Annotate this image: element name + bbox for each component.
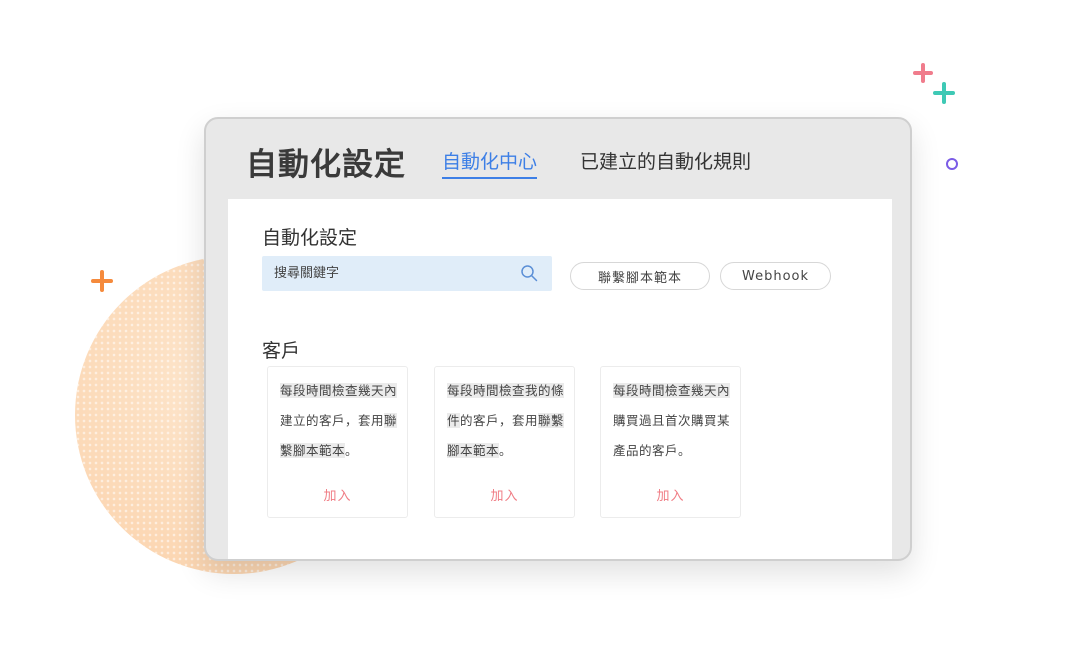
- app-window: 自動化設定 自動化中心 已建立的自動化規則 自動化設定 聯繫腳本範本 Webho…: [204, 117, 912, 561]
- purple-ring-icon: [946, 158, 958, 170]
- section-title: 自動化設定: [262, 227, 358, 249]
- card-description: 每段時間檢查幾天內購買過且首次購買某產品的客戶。: [613, 383, 731, 458]
- automation-card: 每段時間檢查幾天內建立的客戶，套用聯繫腳本範本。 加入: [267, 366, 408, 518]
- pink-plus-icon: [913, 63, 933, 83]
- category-title: 客戶: [262, 340, 301, 362]
- add-button[interactable]: 加入: [268, 485, 407, 504]
- search-input[interactable]: [274, 256, 514, 291]
- filter-webhook[interactable]: Webhook: [720, 262, 831, 290]
- tab-created-rules[interactable]: 已建立的自動化規則: [580, 147, 751, 177]
- automation-card: 每段時間檢查我的條件的客戶，套用聯繫腳本範本。 加入: [434, 366, 575, 518]
- tab-automation-center[interactable]: 自動化中心: [442, 147, 538, 179]
- card-description: 每段時間檢查幾天內建立的客戶，套用聯繫腳本範本。: [280, 383, 398, 458]
- orange-plus-icon: [91, 270, 113, 292]
- page-title: 自動化設定: [246, 147, 406, 183]
- filter-contact-script-template[interactable]: 聯繫腳本範本: [570, 262, 710, 290]
- automation-card: 每段時間檢查幾天內購買過且首次購買某產品的客戶。 加入: [600, 366, 741, 518]
- content-panel: 自動化設定 聯繫腳本範本 Webhook 客戶 每段時間檢查幾天內建立的客戶，套…: [228, 199, 892, 559]
- card-description: 每段時間檢查我的條件的客戶，套用聯繫腳本範本。: [447, 383, 565, 458]
- teal-plus-icon: [933, 82, 955, 104]
- search-icon[interactable]: [520, 264, 538, 282]
- add-button[interactable]: 加入: [435, 485, 574, 504]
- add-button[interactable]: 加入: [601, 485, 740, 504]
- search-box: [262, 256, 552, 291]
